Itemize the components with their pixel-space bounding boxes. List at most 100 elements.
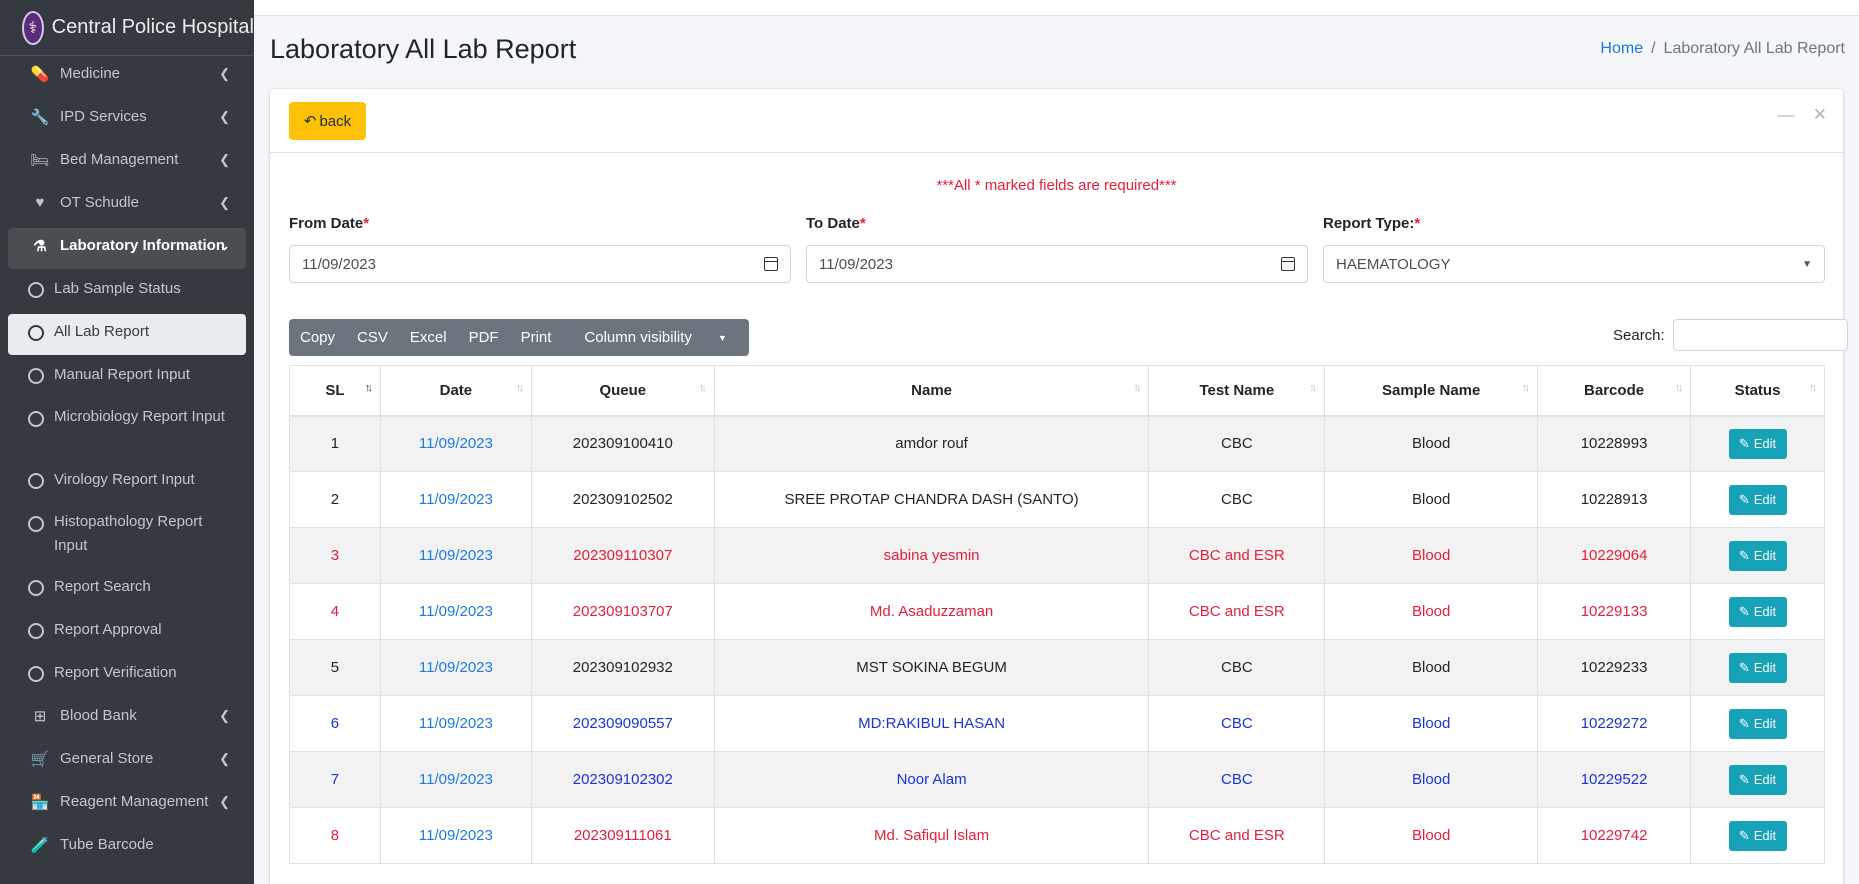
edit-button[interactable]: ✎ Edit xyxy=(1728,708,1787,739)
sidebar-item-lab-sample-status[interactable]: Lab Sample Status xyxy=(8,271,246,312)
chevron-left-icon: ❮ xyxy=(219,109,230,124)
cell-date[interactable]: 11/09/2023 xyxy=(379,471,532,528)
edit-button[interactable]: ✎ Edit xyxy=(1728,540,1787,571)
cell-date[interactable]: 11/09/2023 xyxy=(379,639,532,696)
pencil-icon: ✎ xyxy=(1738,827,1750,843)
calendar-icon[interactable] xyxy=(1281,257,1295,271)
column-header-sl[interactable]: SL ↑↓ xyxy=(289,365,381,417)
sidebar-item-ipd-services[interactable]: 🔧 IPD Services ❮ xyxy=(8,99,246,140)
column-header-barcode[interactable]: Barcode ↑↓ xyxy=(1537,365,1692,417)
caret-down-icon: ▼ xyxy=(717,332,727,343)
cell-date[interactable]: 11/09/2023 xyxy=(379,695,532,752)
cell-date[interactable]: 11/09/2023 xyxy=(379,807,532,864)
sort-icon: ↑↓ xyxy=(1675,382,1683,394)
to-date-field[interactable]: 11/09/2023 xyxy=(806,245,1308,283)
back-button[interactable]: ↶ back xyxy=(289,102,366,140)
cell-test-name: CBC xyxy=(1148,415,1326,472)
caret-down-icon: ▼ xyxy=(1802,258,1812,270)
sidebar-item-report-verification[interactable]: Report Verification xyxy=(8,655,246,696)
pencil-icon: ✎ xyxy=(1738,715,1750,731)
close-icon[interactable]: ✕ xyxy=(1813,105,1827,125)
main-content: Laboratory All Lab Report Home / Laborator… xyxy=(254,0,1859,884)
cell-test-name: CBC xyxy=(1148,471,1326,528)
sort-icon: ↑↓ xyxy=(515,382,524,394)
column-header-name[interactable]: Name ↑↓ xyxy=(713,365,1150,417)
edit-button[interactable]: ✎ Edit xyxy=(1728,764,1787,795)
sidebar-item-laboratory-information[interactable]: ⚗ Laboratory Information ⌄ xyxy=(8,228,246,269)
cell-sl: 3 xyxy=(289,527,381,584)
cell-queue: 202309102502 xyxy=(530,471,715,528)
csv-button[interactable]: CSV xyxy=(346,319,399,356)
cell-barcode: 10229233 xyxy=(1537,639,1692,696)
sidebar-item-reagent-management[interactable]: 🏪 Reagent Management ❮ xyxy=(8,784,246,825)
excel-button[interactable]: Excel xyxy=(399,319,458,356)
edit-button[interactable]: ✎ Edit xyxy=(1728,652,1787,683)
cell-name: Md. Safiqul Islam xyxy=(713,807,1150,864)
from-date-field[interactable]: 11/09/2023 xyxy=(289,245,791,283)
column-visibility-button[interactable]: Column visibility ▼ xyxy=(562,319,748,356)
sidebar-item-microbiology-report-input[interactable]: Microbiology Report Input xyxy=(8,400,246,460)
column-header-date[interactable]: Date ↑↓ xyxy=(379,365,532,417)
cell-status: ✎ Edit xyxy=(1690,807,1825,864)
sidebar-item-blood-bank[interactable]: ⊞ Blood Bank ❮ xyxy=(8,698,246,739)
cell-barcode: 10228913 xyxy=(1537,471,1692,528)
brand-name: Central Police Hospital xyxy=(51,16,254,38)
export-button-group: Copy CSV Excel PDF Print Column visibili… xyxy=(289,319,749,356)
copy-button[interactable]: Copy xyxy=(289,319,346,356)
circle-icon xyxy=(28,411,44,427)
circle-icon xyxy=(28,473,44,489)
column-visibility-label: Column visibility xyxy=(584,329,692,346)
cell-sl: 4 xyxy=(289,583,381,640)
pdf-button[interactable]: PDF xyxy=(458,319,510,356)
print-button[interactable]: Print xyxy=(510,319,563,356)
column-header-label: SL xyxy=(325,381,345,399)
sidebar-item-medicine[interactable]: 💊 Medicine ❮ xyxy=(8,56,246,97)
column-header-sample-name[interactable]: Sample Name ↑↓ xyxy=(1324,365,1539,417)
flask-icon: ⚗ xyxy=(33,238,47,255)
sidebar-item-label: Blood Bank xyxy=(60,707,137,724)
edit-button-label: Edit xyxy=(1753,436,1777,452)
calendar-icon[interactable] xyxy=(764,257,778,271)
cell-date[interactable]: 11/09/2023 xyxy=(379,415,532,472)
cell-test-name: CBC and ESR xyxy=(1148,583,1326,640)
edit-button[interactable]: ✎ Edit xyxy=(1728,596,1787,627)
cell-date[interactable]: 11/09/2023 xyxy=(379,527,532,584)
sidebar-item-tube-barcode[interactable]: 🧪 Tube Barcode xyxy=(8,827,246,868)
edit-button[interactable]: ✎ Edit xyxy=(1728,428,1787,459)
search-input[interactable] xyxy=(1672,319,1848,351)
plus-square-icon: ⊞ xyxy=(33,708,47,725)
edit-button[interactable]: ✎ Edit xyxy=(1728,484,1787,515)
breadcrumb-home-link[interactable]: Home xyxy=(1600,40,1643,57)
sidebar-item-virology-report-input[interactable]: Virology Report Input xyxy=(8,462,246,503)
sidebar-item-ot-schudle[interactable]: ♥ OT Schudle ❮ xyxy=(8,185,246,226)
sidebar-item-label: Laboratory Information xyxy=(60,237,226,254)
required-star: * xyxy=(859,215,866,232)
sidebar-item-report-approval[interactable]: Report Approval xyxy=(8,612,246,653)
column-header-queue[interactable]: Queue ↑↓ xyxy=(530,365,715,417)
cell-sample-name: Blood xyxy=(1324,751,1539,808)
sidebar-item-all-lab-report[interactable]: All Lab Report xyxy=(8,314,246,355)
minus-icon[interactable]: — xyxy=(1778,105,1795,125)
cell-date[interactable]: 11/09/2023 xyxy=(379,751,532,808)
sidebar-item-manual-report-input[interactable]: Manual Report Input xyxy=(8,357,246,398)
from-date-label: From Date* xyxy=(289,215,369,232)
brand[interactable]: ⚕ Central Police Hospital xyxy=(0,0,254,56)
edit-button[interactable]: ✎ Edit xyxy=(1728,820,1787,851)
sidebar-item-general-store[interactable]: 🛒 General Store ❮ xyxy=(8,741,246,782)
breadcrumb-separator: / xyxy=(1651,40,1656,57)
circle-icon xyxy=(28,368,44,384)
column-header-test-name[interactable]: Test Name ↑↓ xyxy=(1148,365,1326,417)
circle-icon xyxy=(28,516,44,532)
sidebar-item-bed-management[interactable]: 🛏 Bed Management ❮ xyxy=(8,142,246,183)
column-header-status[interactable]: Status ↑↓ xyxy=(1690,365,1825,417)
cell-status: ✎ Edit xyxy=(1690,751,1825,808)
cell-sl: 6 xyxy=(289,695,381,752)
store-icon: 🏪 xyxy=(30,794,50,811)
report-type-select[interactable]: HAEMATOLOGY ▼ xyxy=(1323,245,1825,283)
sidebar-item-histopathology-report-input[interactable]: Histopathology Report Input xyxy=(8,505,246,567)
cell-test-name: CBC and ESR xyxy=(1148,807,1326,864)
sidebar-item-report-search[interactable]: Report Search xyxy=(8,569,246,610)
sidebar-item-label: All Lab Report xyxy=(54,323,150,340)
sort-icon: ↑↓ xyxy=(1309,382,1317,394)
cell-date[interactable]: 11/09/2023 xyxy=(379,583,532,640)
